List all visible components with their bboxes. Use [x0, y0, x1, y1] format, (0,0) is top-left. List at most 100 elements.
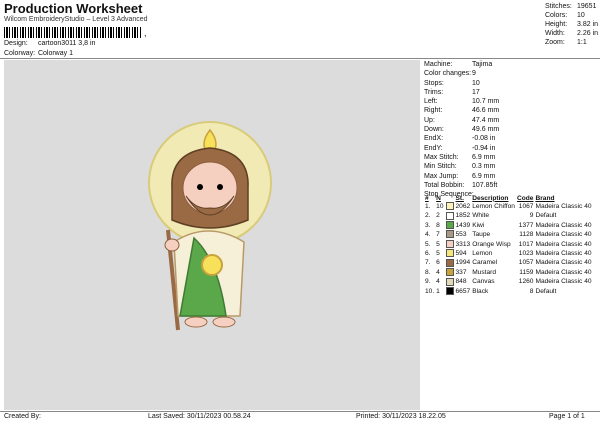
info-label: Color changes:	[424, 70, 472, 78]
colorway-info: Colorway: Colorway 1	[4, 50, 73, 57]
color-swatch-icon	[445, 286, 454, 295]
software-subtitle: Wilcom EmbroideryStudio – Level 3 Advanc…	[4, 16, 148, 23]
stat-value: 1:1	[577, 39, 587, 46]
stats-panel: Stitches: 19651 Colors: 10 Height: 3.82 in …	[545, 2, 598, 47]
colorway-label: Colorway:	[4, 50, 36, 57]
seq-description: Mustard	[472, 268, 497, 276]
footer-divider	[0, 411, 600, 412]
col-header: Description	[472, 194, 509, 202]
page-title: Production Worksheet	[4, 1, 143, 16]
info-value: -0.08 in	[472, 135, 496, 143]
stat-value: 3.82 in	[577, 21, 599, 28]
seq-brand: Madeira Classic 40	[535, 231, 592, 239]
design-info: Design: cartoon3011 3,8 in	[4, 40, 95, 47]
seq-num: 2.	[425, 212, 431, 220]
table-row: 7. 6 1994 Caramel 1057 Madeira Classic 40	[424, 258, 593, 267]
seq-needle: 5	[436, 240, 440, 248]
seq-needle: 10	[436, 203, 444, 210]
stat-label: Stitches:	[545, 3, 572, 10]
color-swatch-icon	[445, 211, 454, 220]
seq-description: White	[472, 212, 490, 220]
seq-code: 1159	[519, 268, 534, 276]
seq-description: Caramel	[472, 259, 498, 267]
seq-swatch	[445, 211, 455, 220]
seq-description: Kiwi	[472, 221, 485, 229]
seq-swatch	[445, 258, 455, 267]
info-value: 6.9 mm	[472, 153, 496, 161]
barcode-mark: ,	[144, 28, 147, 38]
info-value: 107.85ft	[472, 181, 498, 189]
table-row: 1. 10 2062 Lemon Chiffon 1067 Madeira Classic…	[424, 202, 593, 211]
col-header-swatch	[445, 194, 455, 202]
seq-stitches: 2062	[455, 203, 471, 210]
seq-swatch	[445, 277, 455, 286]
seq-num: 9.	[425, 278, 431, 286]
seq-needle: 6	[436, 259, 440, 267]
info-value: 9	[472, 70, 476, 78]
barcode	[4, 27, 142, 38]
color-swatch-icon	[445, 202, 454, 211]
info-value: 17	[472, 88, 480, 96]
info-value: 10	[472, 79, 480, 87]
info-value: -0.94 in	[472, 144, 496, 152]
seq-swatch	[445, 239, 455, 249]
seq-description: Black	[472, 287, 489, 295]
seq-stitches: 337	[455, 268, 467, 276]
stat-label: Zoom:	[545, 39, 565, 46]
info-label: Max Jump:	[424, 172, 459, 180]
info-label: Left:	[424, 98, 438, 106]
seq-brand: Madeira Classic 40	[535, 203, 592, 210]
seq-needle: 1	[436, 287, 440, 295]
col-header: St.	[455, 194, 464, 202]
seq-stitches: 3313	[455, 240, 471, 248]
seq-swatch	[445, 268, 455, 277]
footer-saved: Last Saved: 30/11/2023 00.58.24	[148, 413, 251, 420]
seq-num: 7.	[425, 259, 431, 267]
table-row: 2. 2 1852 White 9 Default	[424, 211, 593, 220]
seq-brand: Default	[535, 212, 557, 220]
embroidery-figure-image	[148, 121, 272, 331]
table-row: 9. 4 848 Canvas 1260 Madeira Classic 40	[424, 277, 593, 286]
info-value: 49.6 mm	[472, 126, 500, 134]
seq-description: Lemon Chiffon	[472, 203, 515, 210]
table-row: 8. 4 337 Mustard 1159 Madeira Classic 40	[424, 268, 593, 277]
design-label: Design:	[4, 40, 28, 47]
seq-code: 1067	[518, 203, 534, 210]
table-row: 6. 5 594 Lemon 1023 Madeira Classic 40	[424, 249, 593, 258]
seq-needle: 5	[436, 250, 440, 258]
color-swatch-icon	[445, 239, 454, 248]
col-header: Brand	[535, 194, 555, 202]
col-header: Code	[516, 194, 534, 202]
info-value: 47.4 mm	[472, 116, 500, 124]
seq-brand: Madeira Classic 40	[535, 250, 592, 258]
color-swatch-icon	[445, 249, 454, 258]
color-swatch-icon	[445, 258, 454, 267]
seq-description: Canvas	[472, 278, 495, 286]
seq-num: 4.	[425, 231, 431, 239]
stop-sequence-table: # N St. Description Code Brand 1. 10 2062 L…	[424, 194, 593, 296]
seq-num: 1.	[425, 203, 431, 210]
seq-code: 1017	[518, 240, 534, 248]
seq-swatch	[445, 230, 455, 239]
stat-label: Width:	[545, 30, 565, 37]
footer-printed: Printed: 30/11/2023 18.22.05	[356, 413, 446, 420]
info-label: Total Bobbin:	[424, 181, 465, 189]
stat-label: Height:	[545, 21, 568, 28]
seq-swatch	[445, 286, 455, 296]
design-value: cartoon3011 3,8 in	[37, 40, 96, 47]
seq-stitches: 6657	[455, 287, 471, 295]
seq-code: 1023	[518, 250, 534, 258]
footer-created: Created By:	[4, 413, 41, 420]
seq-stitches: 553	[455, 231, 467, 239]
seq-brand: Madeira Classic 40	[535, 259, 592, 267]
info-label: Right:	[424, 107, 443, 115]
seq-code: 8	[529, 287, 534, 295]
seq-num: 6.	[425, 250, 431, 258]
table-row: 4. 7 553 Taupe 1128 Madeira Classic 40	[424, 230, 593, 239]
seq-brand: Madeira Classic 40	[535, 221, 592, 229]
seq-code: 1260	[518, 278, 534, 286]
table-header-row: # N St. Description Code Brand	[424, 194, 593, 202]
seq-code: 1128	[519, 231, 534, 239]
seq-description: Lemon	[472, 250, 493, 258]
seq-brand: Default	[535, 287, 557, 295]
